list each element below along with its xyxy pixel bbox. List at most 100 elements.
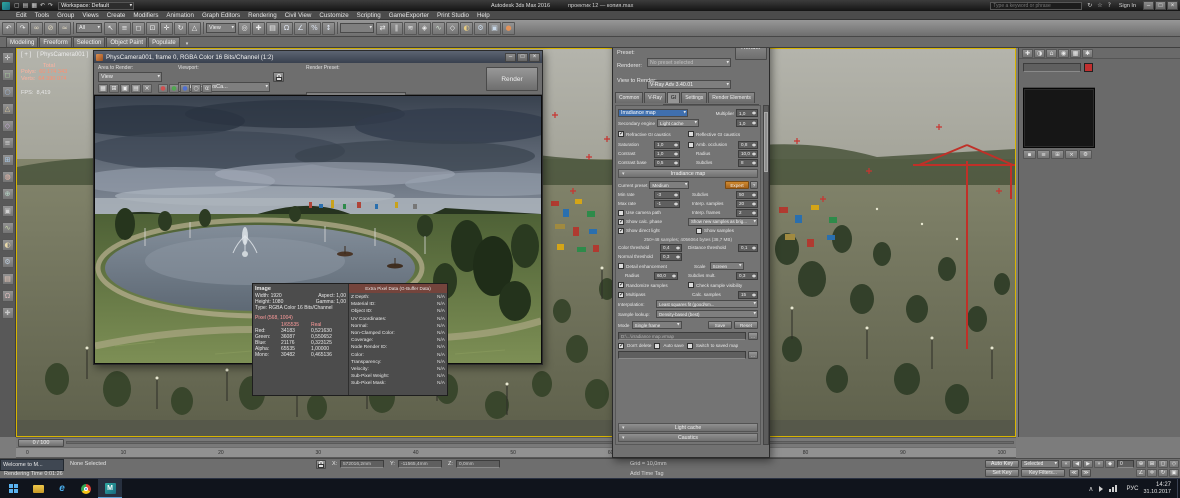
auto-save-file-field[interactable] <box>618 351 746 359</box>
app-logo-icon[interactable] <box>2 2 10 10</box>
ribbon-tab[interactable]: Freeform <box>39 37 71 47</box>
subdivs-mult-spinner[interactable]: 0,3 <box>736 272 758 280</box>
menu-item[interactable]: Customize <box>315 12 352 19</box>
zoom-extents-icon[interactable]: ◻ <box>1158 460 1168 468</box>
modify-tab-icon[interactable]: ◑ <box>1034 49 1045 58</box>
add-time-tag[interactable]: Add Time Tag <box>630 471 664 477</box>
interp-samples-spinner[interactable]: 20 <box>736 200 758 208</box>
menu-item[interactable]: Print Studio <box>433 12 473 19</box>
go-to-start-icon[interactable]: « <box>1061 460 1071 468</box>
irradiance-map-rollout[interactable]: Irradiance map <box>618 169 758 178</box>
zoom-extents-all-icon[interactable]: ◇ <box>1169 460 1179 468</box>
renderer-select[interactable]: V-Ray Adv 3.40.01 <box>647 80 731 89</box>
max-rate-spinner[interactable]: -1 <box>654 200 680 208</box>
detail-radius-spinner[interactable]: 60,0 <box>654 272 678 280</box>
select-and-move-icon[interactable]: ✛ <box>160 22 173 35</box>
left-toolbar-icon[interactable]: ◻ <box>2 69 14 81</box>
reset-map-button[interactable]: Reset <box>734 321 758 329</box>
calc-samples-spinner[interactable]: 15 <box>738 291 758 299</box>
menu-item[interactable]: Create <box>103 12 130 19</box>
rfw-minimize-button[interactable]: – <box>505 53 516 62</box>
new-samples-select[interactable]: Show new samples as brig... <box>688 218 758 226</box>
maximize-viewport-icon[interactable]: ▣ <box>1169 469 1179 477</box>
workspace-select[interactable]: Workspace: Default <box>58 2 134 10</box>
ribbon-toggle-icon[interactable]: ◈ <box>418 22 431 35</box>
print-image-icon[interactable]: ▤ <box>131 84 141 93</box>
rectangular-selection-icon[interactable]: ◻ <box>132 22 145 35</box>
pan-icon[interactable]: ✛ <box>1147 469 1157 477</box>
go-to-end-icon[interactable]: » <box>1094 460 1104 468</box>
remove-modifier-icon[interactable]: × <box>1065 150 1078 159</box>
detail-enhancement-checkbox[interactable] <box>618 263 624 269</box>
tray-hidden-icons[interactable]: ∧ <box>1084 485 1097 493</box>
preset-select[interactable]: No preset selected <box>647 58 731 67</box>
volume-icon[interactable] <box>1099 486 1103 492</box>
current-frame-field[interactable]: 0 <box>1117 460 1134 468</box>
zoom-all-icon[interactable]: ⊞ <box>1147 460 1157 468</box>
secondary-engine-select[interactable]: Light cache <box>657 119 699 127</box>
ribbon-tab[interactable]: Modeling <box>6 37 38 47</box>
render-setup-scrollbar[interactable] <box>763 105 769 445</box>
light-cache-rollout[interactable]: Light cache <box>618 423 758 432</box>
tab-render-elements[interactable]: Render Elements <box>708 92 755 103</box>
selection-lock-toggle[interactable] <box>316 460 326 469</box>
current-preset-select[interactable]: Medium <box>649 181 689 189</box>
favorites-icon[interactable]: ☆ <box>1095 2 1104 9</box>
clone-window-icon[interactable]: ▣ <box>120 84 130 93</box>
left-toolbar-icon[interactable]: ◐ <box>2 239 14 251</box>
time-slider-track[interactable] <box>66 441 1014 444</box>
left-toolbar-icon[interactable]: ⚙ <box>2 256 14 268</box>
menu-item[interactable]: Rendering <box>244 12 281 19</box>
menu-item[interactable]: Civil View <box>281 12 316 19</box>
menu-item[interactable]: Tools <box>31 12 53 19</box>
save-map-button[interactable]: Save <box>708 321 732 329</box>
material-editor-icon[interactable]: ◐ <box>460 22 473 35</box>
blue-channel-icon[interactable]: ● <box>180 84 190 93</box>
randomize-samples-checkbox[interactable]: ✓ <box>618 282 624 288</box>
play-icon[interactable]: ▶ <box>1083 460 1093 468</box>
key-filters-button[interactable]: Key Filters... <box>1021 469 1065 477</box>
left-toolbar-icon[interactable]: ○ <box>2 86 14 98</box>
contrast-base-spinner[interactable]: 0,5 <box>654 159 680 167</box>
color-threshold-spinner[interactable]: 0,4 <box>660 244 682 252</box>
auto-save-browse-button[interactable]: ... <box>748 351 758 359</box>
sync-icon[interactable]: ↻ <box>1085 2 1094 9</box>
interpolation-select[interactable]: Least squares fit (good/sm... <box>656 300 758 308</box>
rfw-title-bar[interactable]: PhysCamera001, frame 0, RGBA Color 16 Bi… <box>94 51 542 63</box>
previous-frame-icon[interactable]: ◀ <box>1072 460 1082 468</box>
reference-coordinate-select[interactable]: View <box>206 23 236 33</box>
menu-item[interactable]: Graph Editors <box>198 12 244 19</box>
copy-image-icon[interactable]: ⊞ <box>109 84 119 93</box>
left-toolbar-icon[interactable]: ◍ <box>2 171 14 183</box>
use-pivot-center-icon[interactable]: ◎ <box>238 22 251 35</box>
show-samples-checkbox[interactable] <box>696 228 702 234</box>
interp-frames-spinner[interactable]: 2 <box>736 209 758 217</box>
motion-tab-icon[interactable]: ◉ <box>1058 49 1069 58</box>
zoom-icon[interactable]: ⊕ <box>1136 460 1146 468</box>
key-mode-icon[interactable]: ◆ <box>1105 460 1115 468</box>
green-channel-icon[interactable]: ● <box>169 84 179 93</box>
caustics-rollout[interactable]: Caustics <box>618 433 758 442</box>
left-toolbar-icon[interactable]: ≡ <box>2 137 14 149</box>
spinner-snap-icon[interactable]: ↕ <box>322 22 335 35</box>
select-and-manipulate-icon[interactable]: ✚ <box>252 22 265 35</box>
open-file-icon[interactable]: ▤ <box>22 2 30 9</box>
left-toolbar-icon[interactable]: ✛ <box>2 52 14 64</box>
start-button[interactable] <box>0 479 26 498</box>
distance-threshold-spinner[interactable]: 0,1 <box>738 244 758 252</box>
refractive-caustics-checkbox[interactable]: ✓ <box>618 131 624 137</box>
viewport-menu-general[interactable]: [ + ] <box>21 52 31 58</box>
taskbar-file-explorer[interactable] <box>26 479 50 498</box>
previous-key-button[interactable]: ≪ <box>1069 469 1079 477</box>
new-file-icon[interactable]: ▢ <box>13 2 21 9</box>
modifier-stack[interactable] <box>1023 88 1095 148</box>
window-maximize-button[interactable]: □ <box>1155 1 1166 10</box>
ao-subdivs-spinner[interactable]: 8 <box>738 159 758 167</box>
clock[interactable]: 14:27 31.10.2017 <box>1143 482 1171 496</box>
window-crossing-icon[interactable]: ⊡ <box>146 22 159 35</box>
angle-snap-icon[interactable]: ∠ <box>294 22 307 35</box>
switch-to-saved-checkbox[interactable] <box>687 343 693 349</box>
ribbon-minimize-icon[interactable]: ▾ <box>186 41 189 47</box>
redo-icon[interactable]: ↷ <box>47 2 54 9</box>
render-setup-icon[interactable]: ⚙ <box>474 22 487 35</box>
